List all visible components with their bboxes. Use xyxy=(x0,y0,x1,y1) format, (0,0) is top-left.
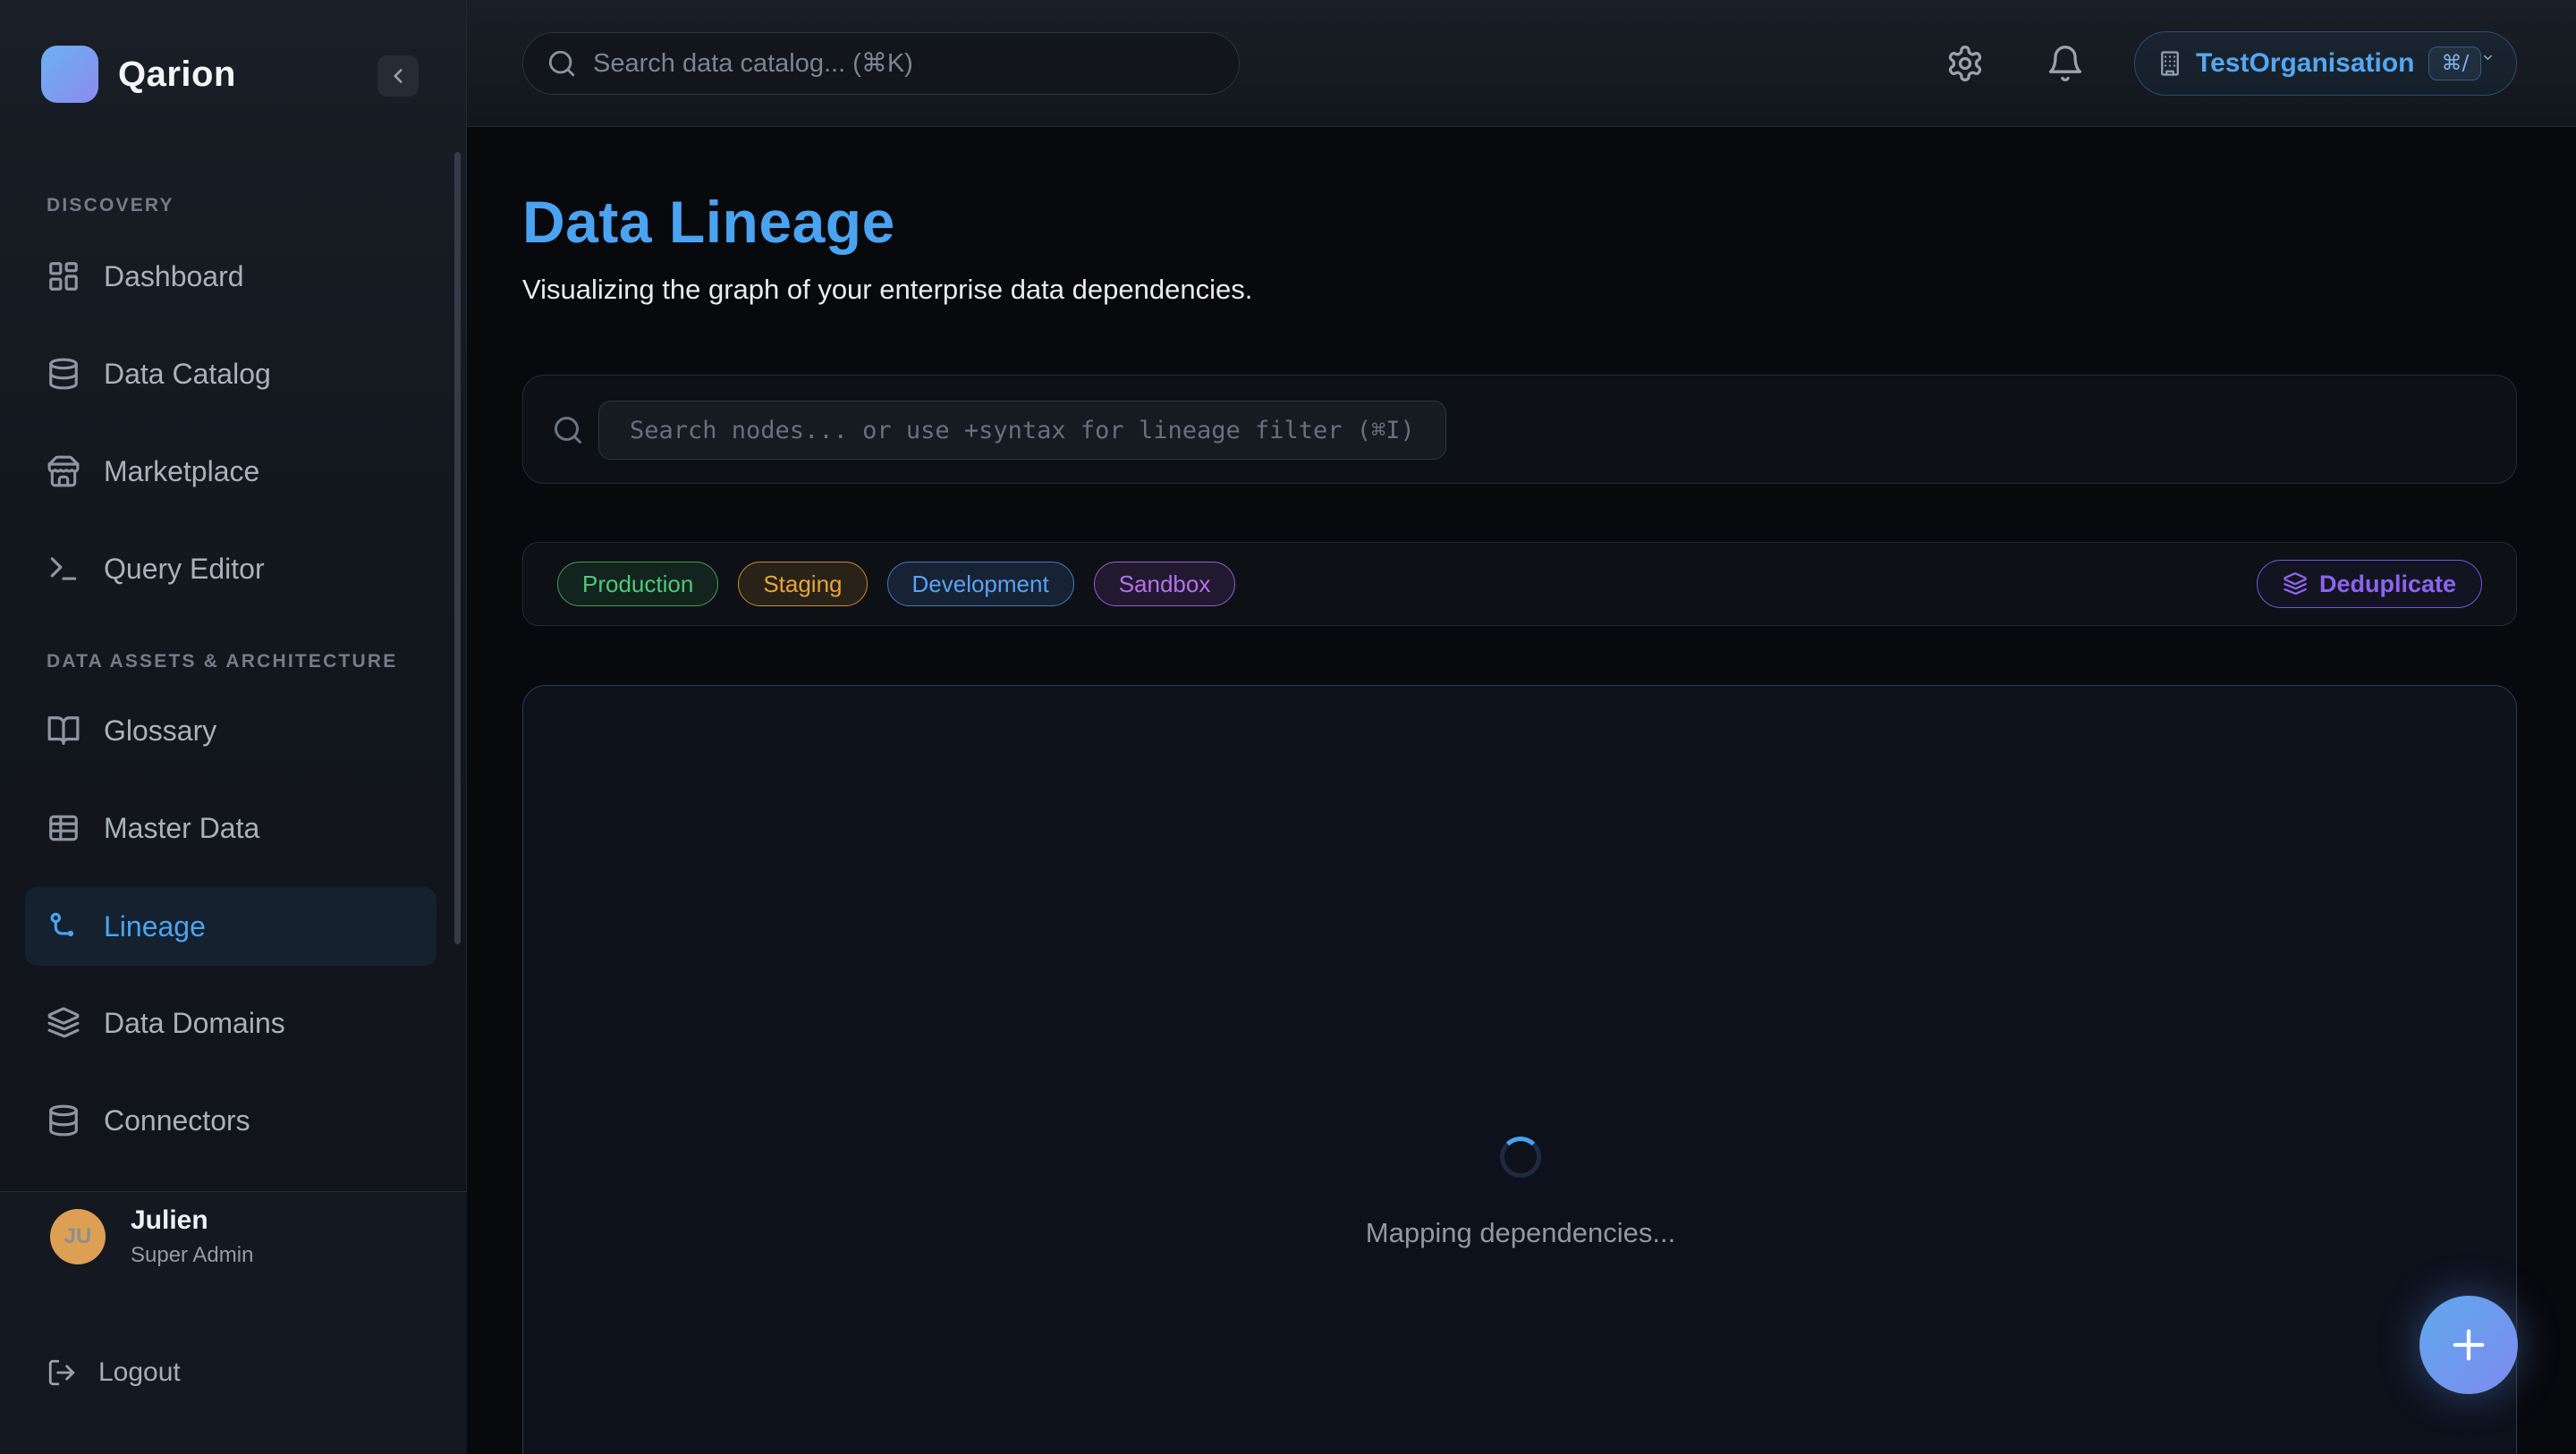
sidebar-item-connectors[interactable]: Connectors xyxy=(0,1081,467,1160)
store-icon xyxy=(47,454,80,488)
layers-icon xyxy=(2283,571,2308,596)
page-title: Data Lineage xyxy=(522,184,895,259)
search-icon xyxy=(552,414,584,446)
brand-name: Qarion xyxy=(118,55,236,95)
sidebar-item-master-data[interactable]: Master Data xyxy=(0,789,467,867)
dashboard-icon xyxy=(47,259,80,293)
search-icon xyxy=(547,48,577,79)
page-subtitle: Visualizing the graph of your enterprise… xyxy=(522,274,1252,306)
filter-chip-development[interactable]: Development xyxy=(887,562,1074,606)
table-icon xyxy=(47,811,80,845)
filter-chip-sandbox[interactable]: Sandbox xyxy=(1094,562,1236,606)
node-search-card xyxy=(522,375,2517,484)
settings-button[interactable] xyxy=(1943,41,1987,86)
sidebar-item-dashboard[interactable]: Dashboard xyxy=(0,237,467,316)
topbar: TestOrganisation ⌘/ xyxy=(467,0,2576,127)
add-node-fab[interactable] xyxy=(2419,1296,2518,1394)
sidebar-item-glossary[interactable]: Glossary xyxy=(0,691,467,770)
avatar: JU xyxy=(50,1209,106,1264)
filter-chip-production[interactable]: Production xyxy=(557,562,718,606)
loading-text: Mapping dependencies... xyxy=(1366,1217,1675,1249)
sidebar-item-data-domains[interactable]: Data Domains xyxy=(0,984,467,1062)
section-label-data-assets: DATA ASSETS & ARCHITECTURE xyxy=(47,651,397,672)
org-shortcut-badge: ⌘/ xyxy=(2428,46,2481,80)
user-role: Super Admin xyxy=(131,1243,253,1268)
deduplicate-button[interactable]: Deduplicate xyxy=(2257,560,2482,608)
brand: Qarion xyxy=(41,45,236,104)
user-card[interactable]: JU Julien Super Admin xyxy=(50,1205,253,1268)
gear-icon xyxy=(1945,44,1985,83)
section-label-discovery: DISCOVERY xyxy=(47,195,174,216)
sidebar-item-label: Glossary xyxy=(104,714,216,748)
sidebar-item-label: Dashboard xyxy=(104,260,244,293)
book-open-icon xyxy=(47,714,80,748)
global-search xyxy=(522,32,1240,95)
lineage-graph-canvas[interactable]: Mapping dependencies... xyxy=(522,685,2517,1454)
sidebar: Qarion DISCOVERY Dashboard Data Catalog … xyxy=(0,0,467,1454)
sidebar-item-label: Connectors xyxy=(104,1104,250,1137)
logout-icon xyxy=(47,1357,77,1388)
org-name: TestOrganisation xyxy=(2196,48,2414,79)
building-icon xyxy=(2157,50,2183,77)
sidebar-item-label: Data Catalog xyxy=(104,358,271,391)
org-switcher[interactable]: TestOrganisation ⌘/ xyxy=(2134,31,2517,96)
sidebar-item-marketplace[interactable]: Marketplace xyxy=(0,432,467,511)
deduplicate-label: Deduplicate xyxy=(2319,571,2456,598)
lineage-icon xyxy=(47,909,80,943)
logout-button[interactable]: Logout xyxy=(47,1357,181,1388)
filter-chip-staging[interactable]: Staging xyxy=(738,562,867,606)
sidebar-item-data-catalog[interactable]: Data Catalog xyxy=(0,334,467,413)
logout-label: Logout xyxy=(98,1357,181,1388)
loading-spinner xyxy=(1500,1137,1541,1178)
sidebar-collapse-button[interactable] xyxy=(377,55,419,97)
plus-icon xyxy=(2445,1322,2492,1368)
sidebar-item-label: Master Data xyxy=(104,812,259,845)
layers-icon xyxy=(47,1006,80,1040)
terminal-icon xyxy=(47,552,80,586)
bell-icon xyxy=(2046,44,2085,83)
sidebar-item-lineage[interactable]: Lineage xyxy=(25,887,436,966)
database-icon xyxy=(47,357,80,391)
sidebar-item-label: Query Editor xyxy=(104,553,265,586)
sidebar-footer: JU Julien Super Admin Logout xyxy=(0,1191,467,1454)
user-name: Julien xyxy=(131,1205,253,1236)
notifications-button[interactable] xyxy=(2043,41,2088,86)
database-icon xyxy=(47,1103,80,1137)
node-search-input[interactable] xyxy=(598,401,1446,460)
global-search-input[interactable] xyxy=(593,49,1216,79)
sidebar-item-label: Data Domains xyxy=(104,1007,285,1040)
sidebar-item-label: Marketplace xyxy=(104,455,259,488)
sidebar-item-query-editor[interactable]: Query Editor xyxy=(0,529,467,608)
brand-logo xyxy=(41,46,98,103)
chevron-left-icon xyxy=(386,64,410,88)
sidebar-item-label: Lineage xyxy=(104,910,206,943)
chevron-down-icon xyxy=(2481,51,2495,76)
filter-bar: Production Staging Development Sandbox D… xyxy=(522,542,2517,626)
